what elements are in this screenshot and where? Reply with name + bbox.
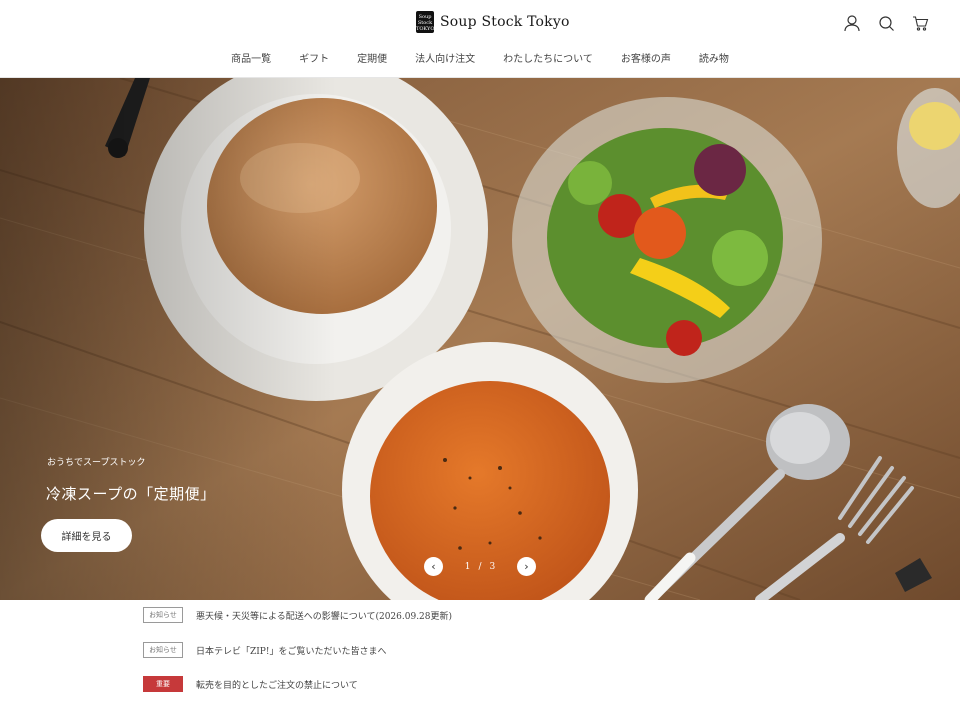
hero-title: 冷凍スープの「定期便」 <box>46 485 216 503</box>
notice-item[interactable]: 重要 転売を目的としたご注文の禁止について <box>143 676 358 692</box>
hero-eyebrow: おうちでスープストック <box>47 458 146 468</box>
notice-link[interactable]: 転売を目的としたご注文の禁止について <box>196 678 358 691</box>
notice-badge: お知らせ <box>143 642 183 658</box>
nav-item-products[interactable]: 商品一覧 <box>231 50 271 65</box>
notice-item[interactable]: お知らせ 日本テレビ「ZIP!」をご覧いただいた皆さまへ <box>143 642 386 658</box>
hero-carousel: おうちでスープストック 冷凍スープの「定期便」 詳細を見る ‹ 1 / 3 › <box>0 78 960 600</box>
site-header: Soup Stock TOKYO Soup Stock Tokyo 商品一覧 ギフト… <box>0 0 960 78</box>
nav-item-reading[interactable]: 読み物 <box>699 50 729 65</box>
slide-total: 3 <box>489 561 496 572</box>
slide-separator: / <box>478 561 482 572</box>
notice-badge: お知らせ <box>143 607 183 623</box>
slide-counter: 1 / 3 <box>455 562 505 572</box>
notice-item[interactable]: お知らせ 悪天候・天災等による配送への影響について(2026.09.28更新) <box>143 607 452 623</box>
important-badge: 重要 <box>143 676 183 692</box>
nav-item-gift[interactable]: ギフト <box>299 50 329 65</box>
notice-link[interactable]: 悪天候・天災等による配送への影響について(2026.09.28更新) <box>196 609 452 622</box>
logo-mark: Soup Stock TOKYO <box>416 11 434 33</box>
cart-icon[interactable] <box>910 13 930 33</box>
next-slide-button[interactable]: › <box>517 557 536 576</box>
nav-item-about[interactable]: わたしたちについて <box>503 50 593 65</box>
search-icon[interactable] <box>876 13 896 33</box>
brand-logo[interactable]: Soup Stock TOKYO Soup Stock Tokyo <box>416 11 570 33</box>
carousel-controls: ‹ 1 / 3 › <box>424 557 536 576</box>
header-actions <box>842 13 930 33</box>
notice-list: お知らせ 悪天候・天災等による配送への影響について(2026.09.28更新) … <box>0 600 960 720</box>
slide-current: 1 <box>464 561 471 572</box>
nav-item-subscription[interactable]: 定期便 <box>357 50 387 65</box>
nav-item-corporate[interactable]: 法人向け注文 <box>415 50 475 65</box>
brand-name: Soup Stock Tokyo <box>440 14 570 30</box>
hero-detail-button[interactable]: 詳細を見る <box>41 519 132 552</box>
nav-item-voices[interactable]: お客様の声 <box>621 50 671 65</box>
account-icon[interactable] <box>842 13 862 33</box>
prev-slide-button[interactable]: ‹ <box>424 557 443 576</box>
hero-image <box>0 78 960 600</box>
notice-link[interactable]: 日本テレビ「ZIP!」をご覧いただいた皆さまへ <box>196 644 386 657</box>
main-nav: 商品一覧 ギフト 定期便 法人向け注文 わたしたちについて お客様の声 読み物 <box>0 50 960 65</box>
